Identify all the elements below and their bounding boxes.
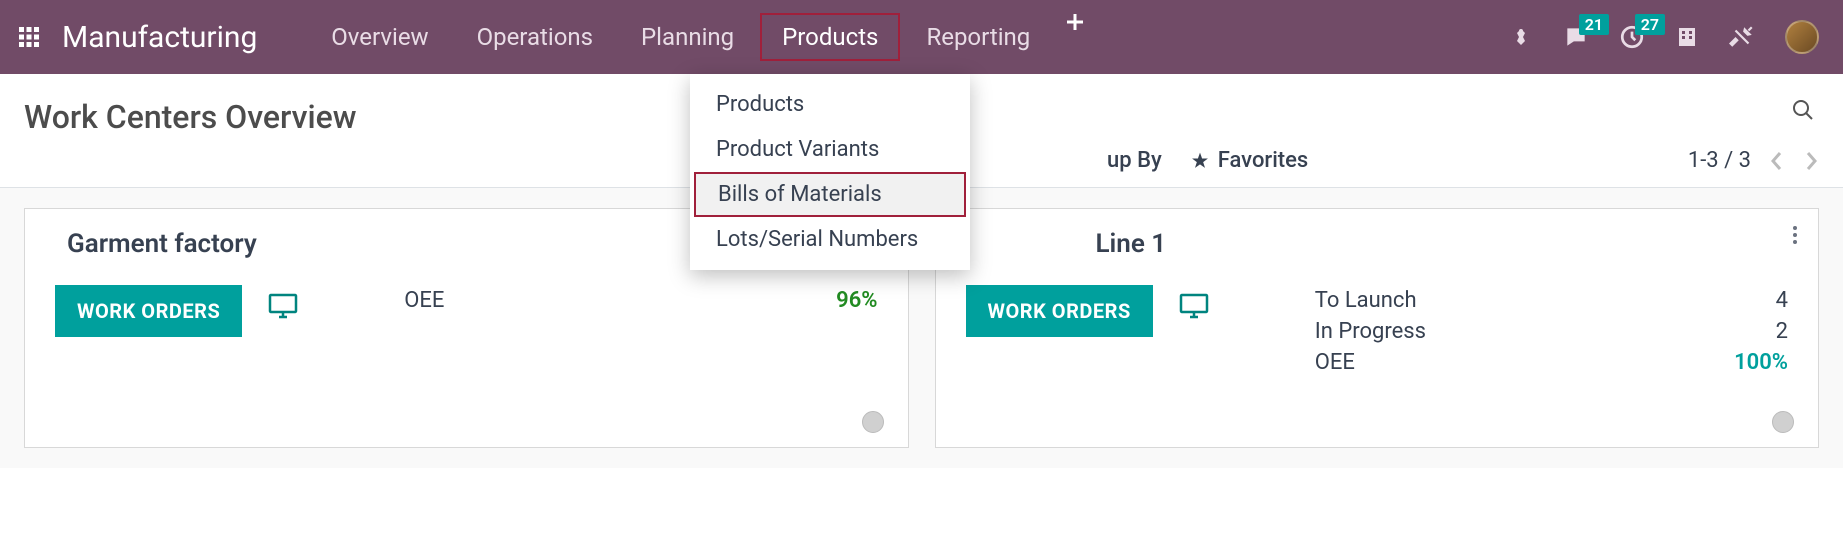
search-icon[interactable] — [1791, 74, 1843, 122]
apps-icon[interactable] — [16, 24, 42, 50]
stat-to-launch[interactable]: To Launch 4 — [1315, 285, 1788, 316]
activities-badge: 27 — [1635, 14, 1665, 35]
pager-text: 1-3 / 3 — [1688, 148, 1751, 173]
status-dot[interactable] — [1772, 411, 1794, 433]
dropdown-item-bom[interactable]: Bills of Materials — [694, 172, 966, 217]
stat-oee[interactable]: OEE 96% — [404, 285, 877, 316]
nav-planning[interactable]: Planning — [619, 13, 756, 61]
tools-icon[interactable] — [1729, 24, 1755, 50]
dropdown-item-variants[interactable]: Product Variants — [690, 127, 970, 172]
nav-add-icon[interactable] — [1056, 13, 1094, 61]
workcenter-card-line1[interactable]: Line 1 WORK ORDERS To Launch 4 In Progre… — [935, 208, 1820, 448]
pager: 1-3 / 3 — [1688, 148, 1819, 173]
nav-right-icons: 21 27 — [1509, 20, 1819, 54]
nav-overview[interactable]: Overview — [309, 13, 450, 61]
user-avatar[interactable] — [1785, 20, 1819, 54]
app-brand[interactable]: Manufacturing — [62, 20, 257, 55]
card-title: Line 1 — [1096, 229, 1789, 259]
pager-prev-icon[interactable] — [1769, 150, 1785, 172]
card-stats: To Launch 4 In Progress 2 OEE 100% — [1315, 285, 1788, 378]
kebab-icon[interactable] — [1792, 225, 1798, 245]
debug-icon[interactable] — [1509, 25, 1533, 49]
dropdown-item-products[interactable]: Products — [690, 82, 970, 127]
group-by-button[interactable]: up By — [1107, 148, 1162, 173]
messages-icon[interactable]: 21 — [1563, 24, 1589, 50]
messages-badge: 21 — [1579, 14, 1609, 35]
monitor-icon[interactable] — [1179, 293, 1209, 319]
stat-oee[interactable]: OEE 100% — [1315, 347, 1788, 378]
main-nav: Overview Operations Planning Products Re… — [309, 13, 1094, 61]
nav-products[interactable]: Products — [760, 13, 900, 61]
stat-in-progress[interactable]: In Progress 2 — [1315, 316, 1788, 347]
nav-operations[interactable]: Operations — [455, 13, 615, 61]
pager-next-icon[interactable] — [1803, 150, 1819, 172]
card-stats: OEE 96% — [404, 285, 877, 316]
dropdown-item-lots[interactable]: Lots/Serial Numbers — [690, 217, 970, 262]
top-navbar: Manufacturing Overview Operations Planni… — [0, 0, 1843, 74]
work-orders-button[interactable]: WORK ORDERS — [966, 285, 1153, 337]
nav-reporting[interactable]: Reporting — [904, 13, 1052, 61]
favorites-button[interactable]: Favorites — [1190, 148, 1309, 173]
status-dot[interactable] — [862, 411, 884, 433]
monitor-icon[interactable] — [268, 293, 298, 319]
products-dropdown: Products Product Variants Bills of Mater… — [690, 74, 970, 270]
work-orders-button[interactable]: WORK ORDERS — [55, 285, 242, 337]
company-icon[interactable] — [1675, 25, 1699, 49]
activities-icon[interactable]: 27 — [1619, 24, 1645, 50]
